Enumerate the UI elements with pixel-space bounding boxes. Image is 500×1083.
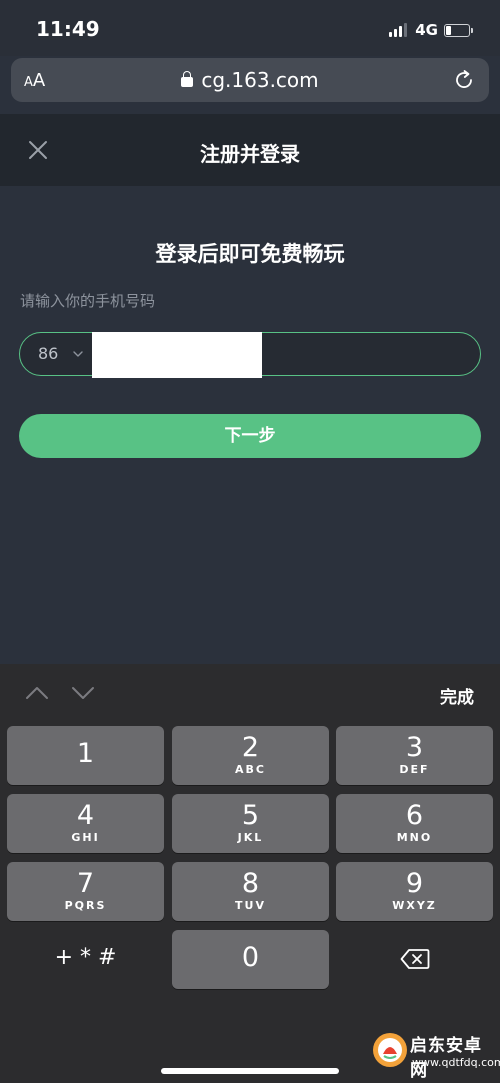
key-3[interactable]: 3 DEF: [336, 726, 493, 785]
page-title: 注册并登录: [200, 142, 300, 166]
signal-icon: [389, 23, 409, 37]
url-display[interactable]: cg.163.com: [11, 68, 489, 92]
reload-icon[interactable]: [451, 67, 477, 93]
chevron-down-icon[interactable]: [72, 348, 84, 360]
key-9[interactable]: 9 WXYZ: [336, 862, 493, 921]
key-8[interactable]: 8 TUV: [172, 862, 329, 921]
watermark-logo-icon: [373, 1033, 407, 1067]
key-1[interactable]: 1: [7, 726, 164, 785]
country-code-select[interactable]: 86: [38, 344, 58, 363]
status-time: 11:49: [36, 17, 100, 41]
page-header: 注册并登录: [0, 114, 500, 186]
phone-label: 请输入你的手机号码: [20, 292, 156, 310]
status-bar: 11:49 4G: [0, 0, 500, 56]
network-type: 4G: [415, 21, 438, 39]
delete-key[interactable]: [336, 930, 493, 989]
url-bar[interactable]: AA cg.163.com: [11, 58, 489, 102]
done-button[interactable]: 完成: [440, 683, 474, 708]
battery-fill: [446, 25, 451, 35]
key-7[interactable]: 7 PQRS: [7, 862, 164, 921]
key-6[interactable]: 6 MNO: [336, 794, 493, 853]
lock-icon: [181, 71, 194, 87]
key-0[interactable]: 0: [172, 930, 329, 989]
content-title: 登录后即可免费畅玩: [155, 242, 345, 266]
status-indicators: 4G: [389, 18, 473, 42]
key-2[interactable]: 2 ABC: [172, 726, 329, 785]
symbols-key[interactable]: + * #: [7, 936, 164, 980]
phone-input[interactable]: 86: [19, 332, 481, 378]
keyboard-toolbar: 完成: [0, 664, 500, 720]
redacted-phone-number: [92, 332, 262, 378]
home-indicator[interactable]: [161, 1068, 339, 1074]
watermark-url: www.qdtfdq.com: [412, 1056, 500, 1069]
key-5[interactable]: 5 JKL: [172, 794, 329, 853]
chevron-up-icon[interactable]: [24, 680, 50, 706]
watermark: 启东安卓网 www.qdtfdq.com: [370, 1022, 500, 1081]
chevron-down-icon[interactable]: [70, 680, 96, 706]
next-step-button[interactable]: 下一步: [19, 414, 481, 458]
key-4[interactable]: 4 GHI: [7, 794, 164, 853]
battery-icon: [444, 23, 473, 37]
backspace-icon: [400, 949, 430, 969]
url-text: cg.163.com: [201, 68, 319, 92]
